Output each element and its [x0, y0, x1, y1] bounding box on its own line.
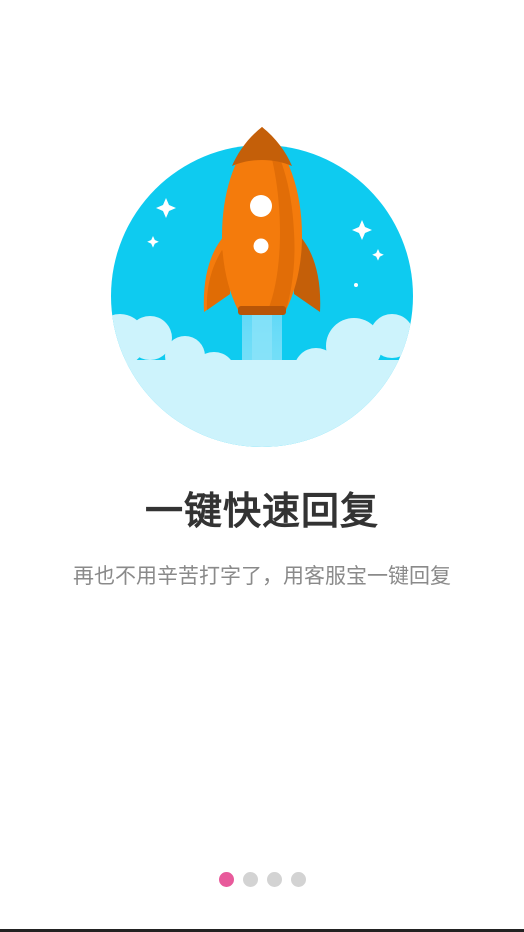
rocket-illustration	[111, 127, 413, 447]
feature-title: 一键快速回复	[144, 489, 379, 533]
star-icon	[354, 283, 358, 287]
page-dot[interactable]	[290, 871, 306, 887]
page-dot[interactable]	[242, 871, 258, 887]
rocket-window	[250, 195, 272, 217]
onboarding-screen: 一键快速回复 再也不用辛苦打字了，用客服宝一键回复	[0, 0, 524, 932]
rocket-window	[253, 238, 269, 254]
page-dot-active[interactable]	[218, 871, 234, 887]
page-dot[interactable]	[266, 871, 282, 887]
feature-description: 再也不用辛苦打字了，用客服宝一键回复	[73, 564, 451, 588]
page-indicator	[0, 870, 524, 888]
